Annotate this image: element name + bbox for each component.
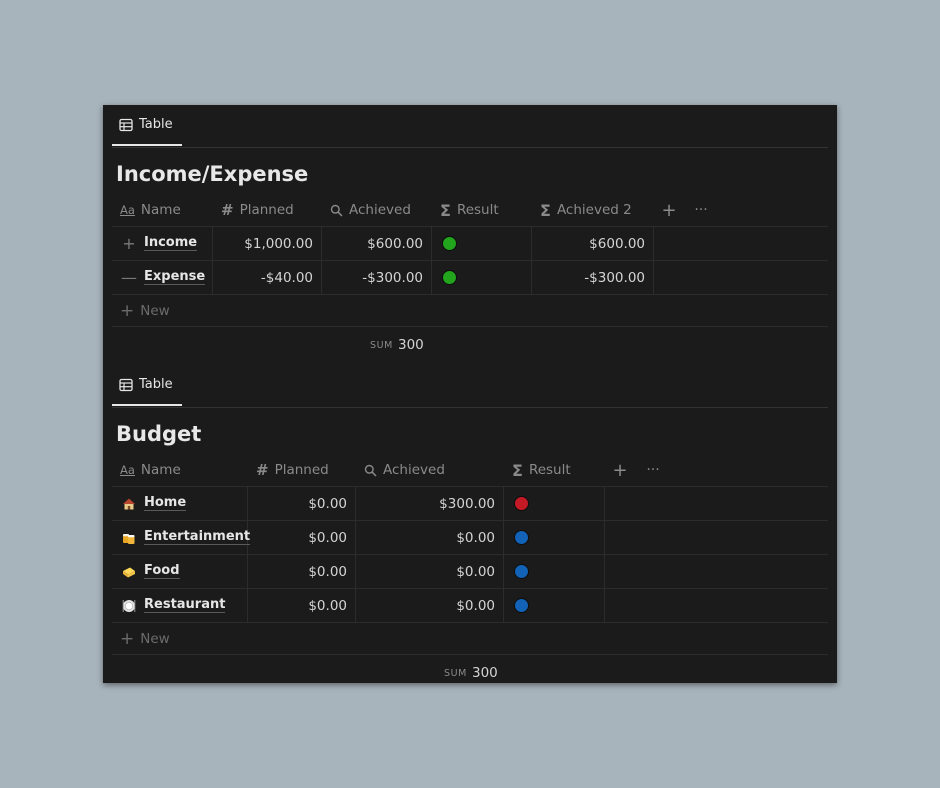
restaurant-icon: [122, 599, 136, 613]
database-title[interactable]: Income/Expense: [112, 154, 828, 194]
ellipsis-icon: ···: [694, 202, 708, 218]
more-options-button[interactable]: ···: [641, 454, 665, 486]
name-cell[interactable]: Restaurant: [112, 589, 248, 622]
planned-cell[interactable]: -$40.00: [213, 261, 322, 294]
column-header-planned[interactable]: # Planned: [213, 194, 321, 226]
number-property-icon: #: [221, 201, 234, 219]
table-icon: [119, 118, 133, 131]
name-cell[interactable]: Entertainment: [112, 521, 251, 554]
achieved-cell[interactable]: $600.00: [322, 227, 432, 260]
planned-cell[interactable]: $0.00: [248, 555, 356, 588]
status-dot-blue: [514, 598, 529, 613]
table-row[interactable]: Entertainment $0.00 $0.00: [112, 521, 828, 555]
status-dot-blue: [514, 564, 529, 579]
new-row-button[interactable]: + New: [112, 623, 828, 655]
column-header-name[interactable]: Aa Name: [112, 194, 212, 226]
name-cell[interactable]: Home: [112, 487, 248, 520]
plus-icon: +: [120, 628, 135, 649]
ellipsis-icon: ···: [646, 462, 660, 478]
house-icon: [122, 497, 136, 511]
tab-label: Table: [139, 377, 173, 392]
table-row[interactable]: — Expense -$40.00 -$300.00 -$300.00: [112, 261, 828, 295]
achieved-cell[interactable]: $0.00: [356, 589, 504, 622]
sum-calculation[interactable]: SUM 300: [444, 655, 498, 683]
status-dot-green: [442, 270, 457, 285]
calculation-row: SUM 300: [112, 655, 828, 683]
status-dot-green: [442, 236, 457, 251]
view-tabbar: Table: [112, 105, 828, 148]
name-cell[interactable]: — Expense: [112, 261, 213, 294]
formula-property-icon: Σ: [512, 460, 523, 480]
tab-table[interactable]: Table: [112, 105, 182, 146]
tab-label: Table: [139, 117, 173, 132]
sum-calculation[interactable]: SUM 300: [370, 327, 424, 363]
result-cell[interactable]: [432, 227, 532, 260]
column-header-achieved[interactable]: Achieved: [356, 454, 504, 486]
table-icon: [119, 378, 133, 391]
result-cell[interactable]: [504, 589, 605, 622]
result-cell[interactable]: [504, 487, 605, 520]
plus-icon: +: [120, 300, 135, 321]
column-header-achieved-2[interactable]: Σ Achieved 2: [532, 194, 657, 226]
text-property-icon: Aa: [120, 203, 135, 217]
planned-cell[interactable]: $0.00: [248, 589, 356, 622]
cheese-icon: [122, 565, 136, 579]
tab-table[interactable]: Table: [112, 365, 182, 406]
view-tabbar: Table: [112, 365, 828, 408]
plus-icon: +: [661, 199, 677, 221]
achieved-cell[interactable]: $300.00: [356, 487, 504, 520]
planned-cell[interactable]: $1,000.00: [213, 227, 322, 260]
column-header-planned[interactable]: # Planned: [248, 454, 356, 486]
text-property-icon: Aa: [120, 463, 135, 477]
column-header-result[interactable]: Σ Result: [432, 194, 532, 226]
result-cell[interactable]: [504, 521, 605, 554]
minus-icon: —: [121, 268, 137, 287]
achieved-cell[interactable]: -$300.00: [322, 261, 432, 294]
status-dot-red: [514, 496, 529, 511]
achieved-2-cell[interactable]: -$300.00: [532, 261, 654, 294]
table-row[interactable]: Food $0.00 $0.00: [112, 555, 828, 589]
number-property-icon: #: [256, 461, 269, 479]
calculation-row: SUM 300: [112, 327, 828, 363]
add-property-button[interactable]: +: [657, 194, 681, 226]
name-cell[interactable]: + Income: [112, 227, 213, 260]
formula-property-icon: Σ: [540, 200, 551, 220]
beer-icon: [122, 531, 136, 545]
column-header-result[interactable]: Σ Result: [504, 454, 604, 486]
table-row[interactable]: Restaurant $0.00 $0.00: [112, 589, 828, 623]
formula-property-icon: Σ: [440, 200, 451, 220]
achieved-cell[interactable]: $0.00: [356, 521, 504, 554]
more-options-button[interactable]: ···: [689, 194, 713, 226]
result-cell[interactable]: [432, 261, 532, 294]
database-title[interactable]: Budget: [112, 414, 828, 454]
budget-database: Table Budget Aa Name # Planned Achieved …: [112, 365, 828, 683]
planned-cell[interactable]: $0.00: [248, 487, 356, 520]
plus-icon: +: [122, 234, 136, 253]
search-icon: [364, 464, 377, 477]
table-header: Aa Name # Planned Achieved Σ Result Σ Ac: [112, 194, 828, 227]
status-dot-blue: [514, 530, 529, 545]
search-icon: [330, 204, 343, 217]
add-property-button[interactable]: +: [608, 454, 632, 486]
table-row[interactable]: + Income $1,000.00 $600.00 $600.00: [112, 227, 828, 261]
income-expense-database: Table Income/Expense Aa Name # Planned A…: [112, 105, 828, 363]
achieved-2-cell[interactable]: $600.00: [532, 227, 654, 260]
achieved-cell[interactable]: $0.00: [356, 555, 504, 588]
result-cell[interactable]: [504, 555, 605, 588]
notion-page: Table Income/Expense Aa Name # Planned A…: [103, 105, 837, 683]
table-header: Aa Name # Planned Achieved Σ Result + ··…: [112, 454, 828, 487]
planned-cell[interactable]: $0.00: [248, 521, 356, 554]
new-row-button[interactable]: + New: [112, 295, 828, 327]
table-row[interactable]: Home $0.00 $300.00: [112, 487, 828, 521]
name-cell[interactable]: Food: [112, 555, 248, 588]
plus-icon: +: [612, 459, 628, 481]
column-header-name[interactable]: Aa Name: [112, 454, 247, 486]
column-header-achieved[interactable]: Achieved: [322, 194, 431, 226]
